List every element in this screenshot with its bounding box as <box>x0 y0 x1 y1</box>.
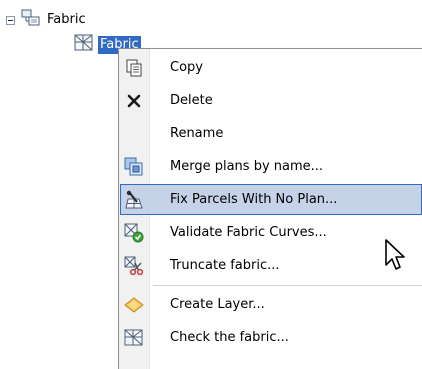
menu-item-fix-parcels[interactable]: Fix Parcels With No Plan... <box>120 184 422 215</box>
copy-icon <box>122 56 146 80</box>
merge-plans-icon <box>122 155 146 179</box>
check-fabric-icon <box>122 326 146 350</box>
tree-node-label: Fabric <box>47 12 86 27</box>
delete-icon <box>122 89 146 113</box>
menu-item-check-fabric[interactable]: Check the fabric... <box>121 322 422 353</box>
truncate-icon <box>122 254 146 278</box>
create-layer-icon <box>122 293 146 317</box>
tree-node-fabric-root[interactable]: Fabric <box>6 9 88 31</box>
menu-item-copy[interactable]: Copy <box>121 52 422 83</box>
menu-separator <box>153 285 422 286</box>
menu-item-truncate[interactable]: Truncate fabric... <box>121 250 422 281</box>
menu-item-rename[interactable]: Rename <box>121 118 422 149</box>
collapse-toggle-icon[interactable] <box>6 15 15 25</box>
mouse-pointer-icon <box>384 238 410 274</box>
menu-item-create-layer[interactable]: Create Layer... <box>121 289 422 320</box>
fix-parcels-icon <box>122 188 146 212</box>
menu-item-validate-curves[interactable]: Validate Fabric Curves... <box>121 217 422 248</box>
context-menu: Copy Delete Rename Merge plans by name..… <box>118 48 422 369</box>
menu-item-delete[interactable]: Delete <box>121 85 422 116</box>
validate-curves-icon <box>122 221 146 245</box>
menu-item-merge-plans[interactable]: Merge plans by name... <box>121 151 422 182</box>
fabric-dataset-icon <box>21 9 41 31</box>
parcel-fabric-icon <box>74 34 94 56</box>
